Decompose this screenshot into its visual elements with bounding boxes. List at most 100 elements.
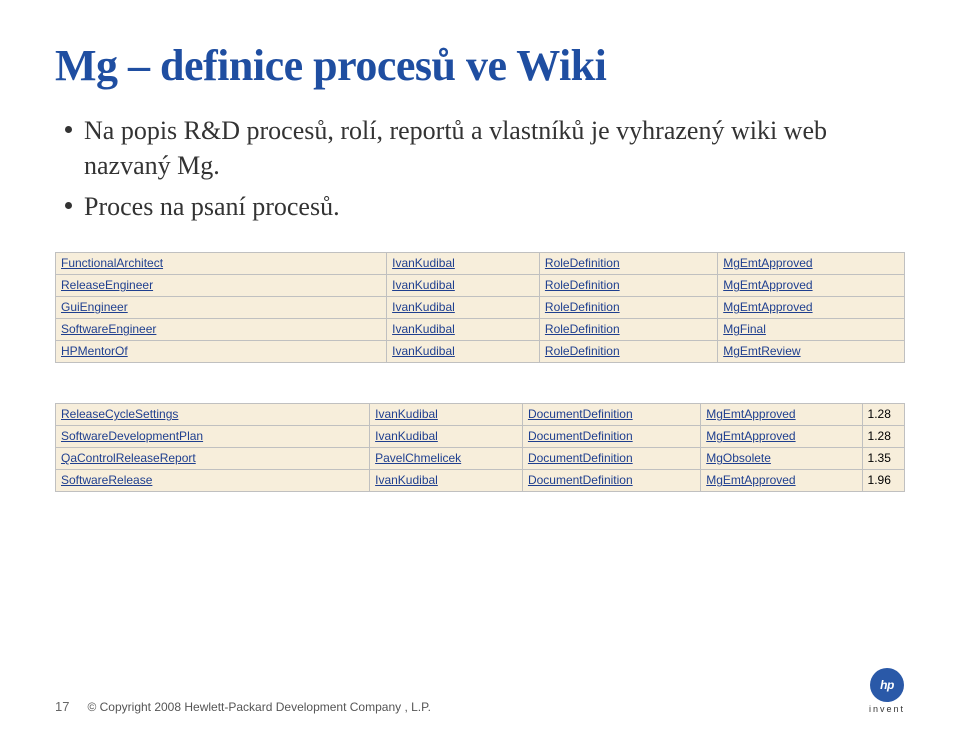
bullet-list: Na popis R&D procesů, rolí, reportů a vl…	[65, 113, 905, 224]
bullet-text: Na popis R&D procesů, rolí, reportů a vl…	[84, 113, 905, 183]
table-cell: IvanKudibal	[387, 319, 540, 341]
table-cell: RoleDefinition	[539, 275, 717, 297]
table-cell: MgEmtApproved	[718, 253, 905, 275]
wiki-link[interactable]: DocumentDefinition	[528, 473, 633, 487]
table-row: ReleaseCycleSettings IvanKudibal DocumentD…	[56, 404, 905, 426]
table-row: ReleaseEngineer IvanKudibal RoleDefinition…	[56, 275, 905, 297]
wiki-link[interactable]: IvanKudibal	[392, 278, 455, 292]
table-cell: RoleDefinition	[539, 319, 717, 341]
wiki-link[interactable]: IvanKudibal	[392, 344, 455, 358]
table-row: SoftwareEngineer IvanKudibal RoleDefinitio…	[56, 319, 905, 341]
table-row: SoftwareDevelopmentPlan IvanKudibal Docume…	[56, 426, 905, 448]
table-cell: DocumentDefinition	[522, 470, 700, 492]
wiki-link[interactable]: ReleaseEngineer	[61, 278, 153, 292]
wiki-link[interactable]: IvanKudibal	[375, 429, 438, 443]
table-row: HPMentorOf IvanKudibal RoleDefinition MgEmt…	[56, 341, 905, 363]
version-cell: 1.35	[862, 448, 904, 470]
wiki-link[interactable]: IvanKudibal	[375, 473, 438, 487]
wiki-link[interactable]: IvanKudibal	[392, 256, 455, 270]
wiki-link[interactable]: MgEmtReview	[723, 344, 800, 358]
wiki-link[interactable]: DocumentDefinition	[528, 451, 633, 465]
version-cell: 1.96	[862, 470, 904, 492]
table-cell: SoftwareEngineer	[56, 319, 387, 341]
wiki-link[interactable]: RoleDefinition	[545, 300, 620, 314]
table-row: SoftwareRelease IvanKudibal DocumentDefini…	[56, 470, 905, 492]
table-cell: FunctionalArchitect	[56, 253, 387, 275]
wiki-link[interactable]: PavelChmelicek	[375, 451, 461, 465]
wiki-link[interactable]: DocumentDefinition	[528, 429, 633, 443]
table-cell: GuiEngineer	[56, 297, 387, 319]
table-cell: IvanKudibal	[387, 275, 540, 297]
wiki-link[interactable]: HPMentorOf	[61, 344, 128, 358]
table-cell: ReleaseCycleSettings	[56, 404, 370, 426]
bullet-item: Na popis R&D procesů, rolí, reportů a vl…	[65, 113, 905, 183]
table-cell: IvanKudibal	[370, 426, 523, 448]
wiki-link[interactable]: MgEmtApproved	[723, 256, 812, 270]
wiki-link[interactable]: DocumentDefinition	[528, 407, 633, 421]
bullet-item: Proces na psaní procesů.	[65, 189, 905, 224]
wiki-link[interactable]: MgEmtApproved	[723, 300, 812, 314]
roles-table: FunctionalArchitect IvanKudibal RoleDefini…	[55, 252, 905, 363]
hp-logo-icon: hp	[870, 668, 904, 702]
wiki-link[interactable]: GuiEngineer	[61, 300, 128, 314]
table-cell: HPMentorOf	[56, 341, 387, 363]
table-cell: RoleDefinition	[539, 341, 717, 363]
wiki-link[interactable]: MgEmtApproved	[706, 407, 795, 421]
table-cell: DocumentDefinition	[522, 426, 700, 448]
table-cell: RoleDefinition	[539, 297, 717, 319]
wiki-link[interactable]: QaControlReleaseReport	[61, 451, 196, 465]
wiki-link[interactable]: IvanKudibal	[392, 322, 455, 336]
table-cell: DocumentDefinition	[522, 448, 700, 470]
table-cell: MgEmtApproved	[701, 404, 862, 426]
slide-number: 17	[55, 699, 69, 714]
table-cell: IvanKudibal	[387, 297, 540, 319]
table-cell: SoftwareRelease	[56, 470, 370, 492]
table-cell: MgEmtApproved	[701, 426, 862, 448]
table-cell: MgEmtApproved	[701, 470, 862, 492]
wiki-link[interactable]: SoftwareDevelopmentPlan	[61, 429, 203, 443]
wiki-link[interactable]: MgEmtApproved	[706, 429, 795, 443]
table-cell: MgEmtApproved	[718, 297, 905, 319]
table-cell: IvanKudibal	[387, 341, 540, 363]
footer: 17 © Copyright 2008 Hewlett-Packard Deve…	[55, 668, 905, 714]
wiki-link[interactable]: MgFinal	[723, 322, 766, 336]
wiki-link[interactable]: RoleDefinition	[545, 278, 620, 292]
table-cell: IvanKudibal	[370, 470, 523, 492]
hp-invent-text: invent	[869, 704, 905, 714]
table-cell: MgObsolete	[701, 448, 862, 470]
wiki-link[interactable]: RoleDefinition	[545, 344, 620, 358]
table-cell: SoftwareDevelopmentPlan	[56, 426, 370, 448]
table-cell: IvanKudibal	[387, 253, 540, 275]
wiki-link[interactable]: FunctionalArchitect	[61, 256, 163, 270]
table-row: QaControlReleaseReport PavelChmelicek Docu…	[56, 448, 905, 470]
wiki-link[interactable]: ReleaseCycleSettings	[61, 407, 178, 421]
wiki-link[interactable]: IvanKudibal	[392, 300, 455, 314]
documents-table: ReleaseCycleSettings IvanKudibal DocumentD…	[55, 403, 905, 492]
table-cell: PavelChmelicek	[370, 448, 523, 470]
table-cell: MgEmtApproved	[718, 275, 905, 297]
hp-logo: hp invent	[869, 668, 905, 714]
table-cell: QaControlReleaseReport	[56, 448, 370, 470]
version-cell: 1.28	[862, 404, 904, 426]
wiki-link[interactable]: SoftwareRelease	[61, 473, 152, 487]
wiki-link[interactable]: MgObsolete	[706, 451, 771, 465]
table-row: GuiEngineer IvanKudibal RoleDefinition MgEm…	[56, 297, 905, 319]
table-cell: IvanKudibal	[370, 404, 523, 426]
table-cell: MgFinal	[718, 319, 905, 341]
wiki-link[interactable]: RoleDefinition	[545, 322, 620, 336]
version-cell: 1.28	[862, 426, 904, 448]
wiki-link[interactable]: MgEmtApproved	[723, 278, 812, 292]
wiki-link[interactable]: RoleDefinition	[545, 256, 620, 270]
wiki-link[interactable]: IvanKudibal	[375, 407, 438, 421]
slide-title: Mg – definice procesů ve Wiki	[55, 40, 905, 91]
table-cell: MgEmtReview	[718, 341, 905, 363]
table-cell: RoleDefinition	[539, 253, 717, 275]
bullet-icon	[65, 126, 72, 133]
wiki-link[interactable]: MgEmtApproved	[706, 473, 795, 487]
table-cell: ReleaseEngineer	[56, 275, 387, 297]
wiki-link[interactable]: SoftwareEngineer	[61, 322, 156, 336]
bullet-icon	[65, 202, 72, 209]
copyright-text: © Copyright 2008 Hewlett-Packard Develop…	[87, 700, 430, 714]
bullet-text: Proces na psaní procesů.	[84, 189, 340, 224]
table-cell: DocumentDefinition	[522, 404, 700, 426]
